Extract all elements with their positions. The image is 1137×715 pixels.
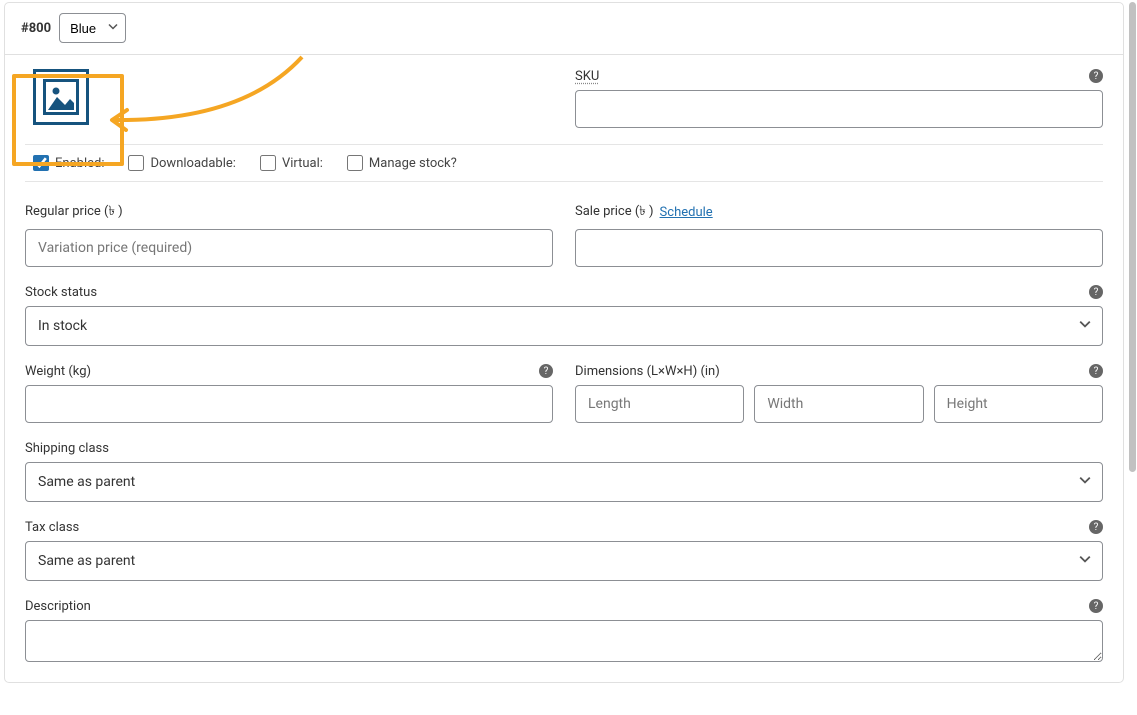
shipping-class-label: Shipping class [25,441,1103,456]
sku-label: SKU [575,69,599,84]
virtual-checkbox[interactable] [260,155,276,171]
enabled-checkbox-item[interactable]: Enabled: [33,155,104,171]
regular-price-input[interactable] [25,229,553,267]
weight-label: Weight (kg) [25,364,553,379]
variation-header: #800 Blue [5,3,1123,54]
description-label: Description [25,599,1103,614]
help-icon[interactable]: ? [1089,69,1103,83]
variation-image-placeholder[interactable] [33,69,89,125]
enabled-checkbox[interactable] [33,155,49,171]
manage-stock-label: Manage stock? [369,156,457,171]
dimensions-label: Dimensions (L×W×H) (in) [575,364,1103,379]
manage-stock-checkbox-item[interactable]: Manage stock? [347,155,457,171]
tax-class-label: Tax class [25,520,1103,535]
downloadable-label: Downloadable: [150,156,235,171]
width-input[interactable] [754,385,923,423]
height-input[interactable] [934,385,1103,423]
help-icon[interactable]: ? [1089,520,1103,534]
stock-status-select[interactable]: In stock [25,306,1103,346]
stock-status-label: Stock status [25,285,1103,300]
regular-price-label: Regular price (৳ ) [25,202,553,223]
weight-input[interactable] [25,385,553,423]
downloadable-checkbox[interactable] [128,155,144,171]
scrollbar-thumb[interactable] [1129,2,1136,472]
checkbox-row: Enabled: Downloadable: Virtual: Manage s… [25,144,1103,182]
schedule-link[interactable]: Schedule [660,205,713,220]
tax-class-select[interactable]: Same as parent [25,541,1103,581]
attribute-select[interactable]: Blue [59,13,126,43]
virtual-checkbox-item[interactable]: Virtual: [260,155,323,171]
sku-input[interactable] [575,90,1103,128]
description-textarea[interactable] [25,620,1103,662]
sale-price-label: Sale price (৳ ) Schedule [575,202,1103,223]
image-icon [43,79,79,115]
variation-number: #800 [21,21,51,36]
help-icon[interactable]: ? [1089,599,1103,613]
enabled-label: Enabled: [55,156,104,171]
help-icon[interactable]: ? [539,364,553,378]
help-icon[interactable]: ? [1089,364,1103,378]
virtual-label: Virtual: [282,156,323,171]
manage-stock-checkbox[interactable] [347,155,363,171]
shipping-class-select[interactable]: Same as parent [25,462,1103,502]
length-input[interactable] [575,385,744,423]
downloadable-checkbox-item[interactable]: Downloadable: [128,155,235,171]
help-icon[interactable]: ? [1089,285,1103,299]
sale-price-input[interactable] [575,229,1103,267]
